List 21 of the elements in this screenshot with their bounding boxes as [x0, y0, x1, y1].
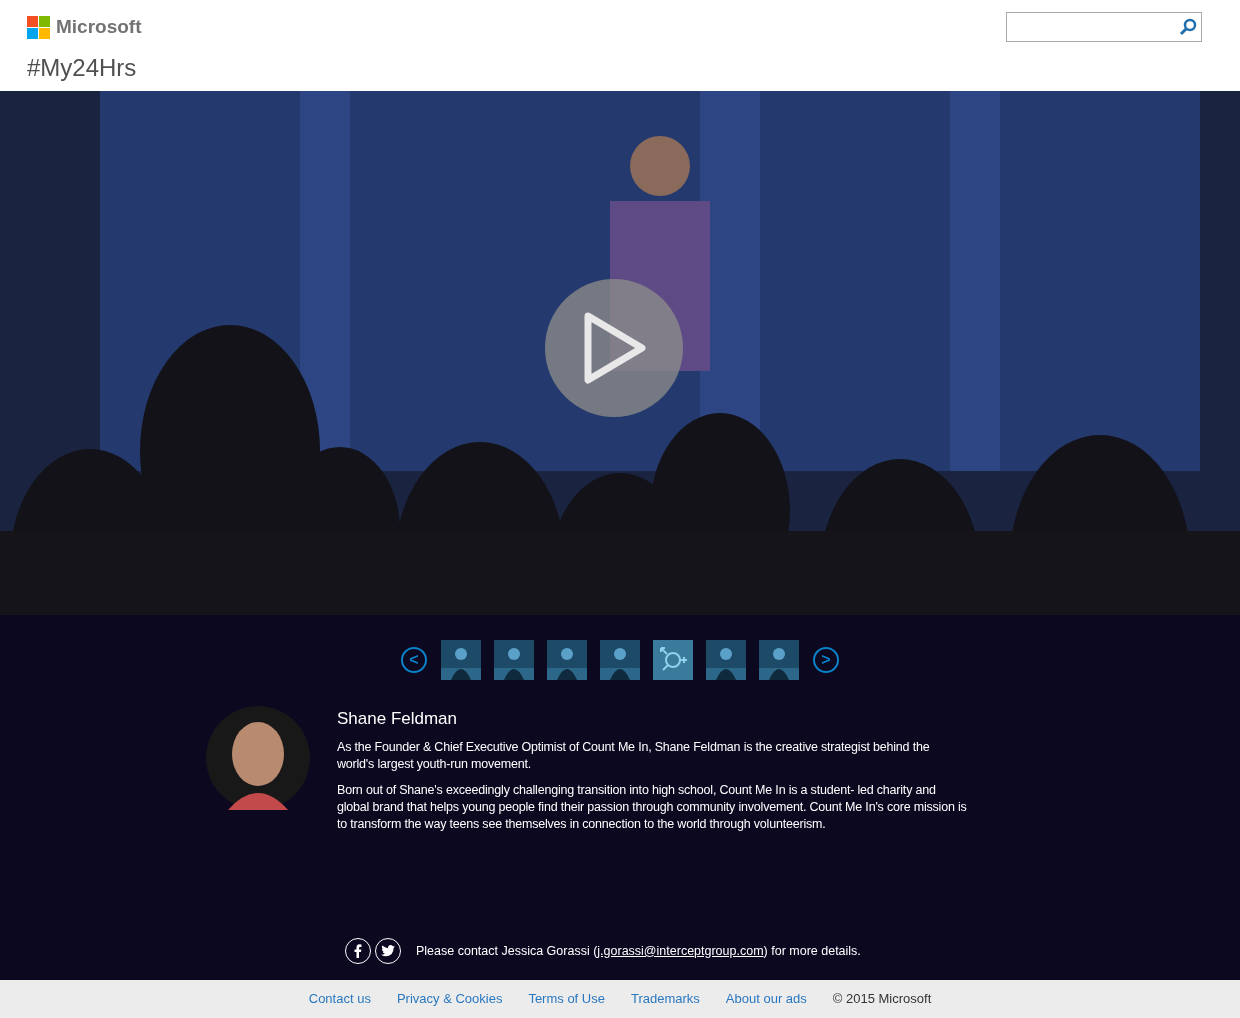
logo-icon [27, 15, 50, 39]
bio-paragraph: As the Founder & Chief Executive Optimist of Count Me In, Shane Feldman is the creative strategist behind the world's largest youth-run movement. [337, 739, 931, 773]
email-link[interactable]: j.gorassi@interceptgroup.com [597, 943, 764, 958]
person-name: Shane Feldman [337, 708, 459, 730]
footer-link[interactable]: About our ads [725, 989, 807, 1009]
page-title: #My24Hrs [27, 52, 138, 83]
search-field[interactable] [1006, 12, 1202, 42]
footer-link[interactable]: Contact us [308, 989, 371, 1009]
bio-paragraph: Born out of Shane's exceedingly challenging transition into high school, Count Me In is a student- led charity and global brand that helps young people find their passion through community involvement. Count Me In's core mission is to transform the way teens see themselves in connection to the world through volunteerism. [337, 782, 967, 833]
brand-name: Microsoft [56, 15, 142, 39]
footer-link[interactable]: Terms of Use [528, 989, 605, 1009]
copyright: © 2015 Microsoft [832, 990, 932, 1009]
bird-icon [381, 945, 395, 957]
search-icon[interactable] [1179, 18, 1197, 36]
play-icon [582, 312, 646, 384]
facebook-icon [354, 944, 362, 958]
previous-button[interactable]: < [401, 647, 427, 673]
footer-link[interactable]: Privacy & Cookies [396, 989, 503, 1009]
footer-link[interactable]: Trademarks [630, 989, 700, 1009]
contact-note: Please contact Jessica Gorassi (j.gorassi@interceptgroup.com) for more details. [416, 942, 861, 960]
next-button[interactable]: > [813, 647, 839, 673]
